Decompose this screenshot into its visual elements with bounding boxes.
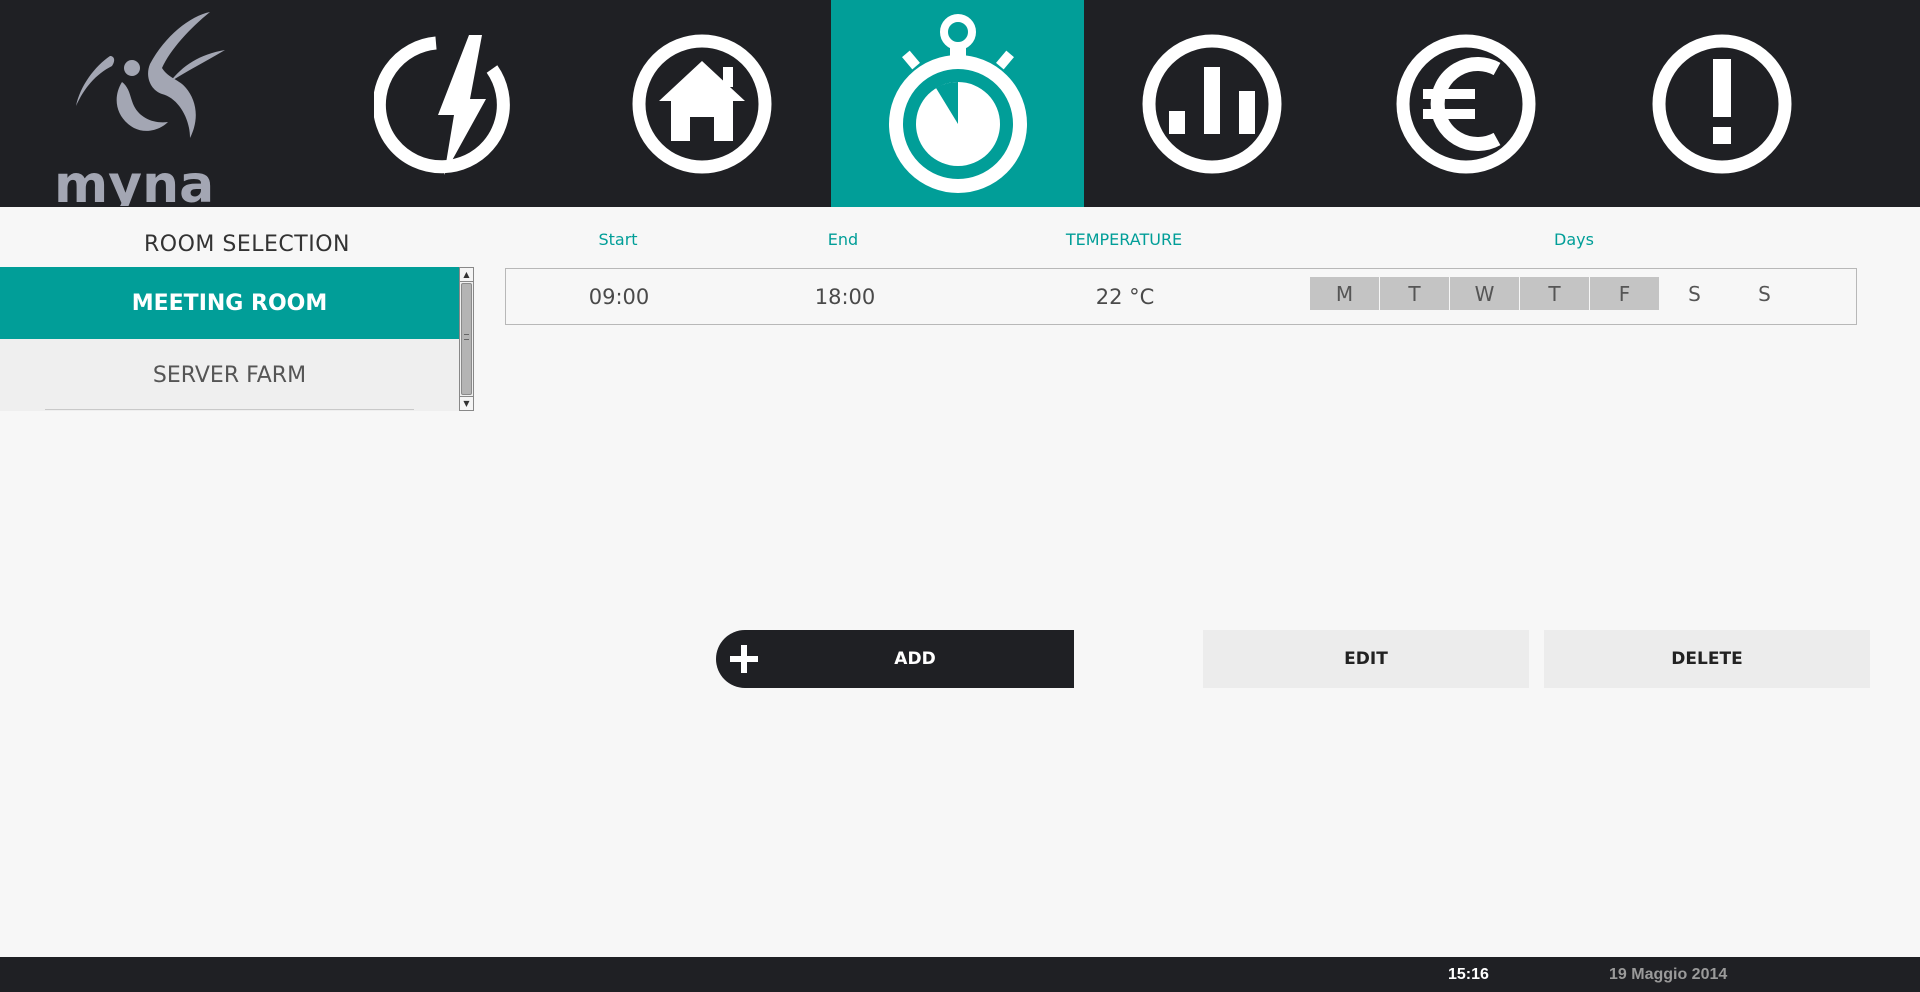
schedule-start-time: 09:00 xyxy=(588,284,650,309)
myna-logo: myna xyxy=(50,6,250,215)
top-navigation-bar: myna xyxy=(0,0,1920,215)
day-tuesday: T xyxy=(1380,277,1449,310)
room-divider xyxy=(45,409,414,410)
nav-home[interactable] xyxy=(575,0,828,207)
day-wednesday: W xyxy=(1450,277,1519,310)
edit-button-label: EDIT xyxy=(1344,649,1388,669)
scroll-up-arrow-icon[interactable]: ▲ xyxy=(460,268,473,282)
nav-alerts[interactable] xyxy=(1595,0,1848,207)
room-label: SERVER FARM xyxy=(152,362,307,388)
column-header-start: Start xyxy=(598,230,638,249)
schedule-end-time: 18:00 xyxy=(814,284,876,309)
add-button[interactable]: ADD xyxy=(716,630,1074,688)
nav-costs[interactable] xyxy=(1339,0,1592,207)
logo-wordmark: myna xyxy=(54,155,214,206)
power-bolt-icon xyxy=(373,34,510,175)
footer-time: 15:16 xyxy=(1448,966,1489,983)
scrollbar-thumb[interactable] xyxy=(461,283,472,395)
day-thursday: T xyxy=(1520,277,1589,310)
add-button-label: ADD xyxy=(894,649,936,669)
room-item-server-farm[interactable]: SERVER FARM xyxy=(0,339,459,411)
day-monday: M xyxy=(1310,277,1379,310)
stopwatch-icon xyxy=(888,13,1027,193)
nav-timer[interactable] xyxy=(831,0,1084,207)
scroll-down-arrow-icon[interactable]: ▼ xyxy=(460,396,473,410)
grip-icon xyxy=(464,334,469,340)
home-icon xyxy=(632,34,771,173)
nav-energy[interactable] xyxy=(322,0,575,207)
room-list-scrollbar[interactable]: ▲ ▼ xyxy=(459,267,474,411)
room-selection-title: ROOM SELECTION xyxy=(144,232,350,257)
room-list: MEETING ROOM SERVER FARM xyxy=(0,267,460,411)
room-label: MEETING ROOM xyxy=(131,290,328,316)
delete-button[interactable]: DELETE xyxy=(1544,630,1870,688)
edit-button[interactable]: EDIT xyxy=(1203,630,1529,688)
schedule-row[interactable]: 09:00 18:00 22 °C M T W T F S S xyxy=(505,268,1857,325)
room-item-meeting-room[interactable]: MEETING ROOM xyxy=(0,267,459,339)
nav-statistics[interactable] xyxy=(1085,0,1338,207)
status-footer: 15:16 19 Maggio 2014 xyxy=(0,957,1920,992)
schedule-temperature: 22 °C xyxy=(1095,284,1155,309)
day-sunday: S xyxy=(1758,281,1771,306)
alert-icon xyxy=(1652,34,1791,173)
column-header-temperature: TEMPERATURE xyxy=(1065,230,1183,249)
footer-date: 19 Maggio 2014 xyxy=(1609,966,1728,983)
day-friday: F xyxy=(1590,277,1659,310)
delete-button-label: DELETE xyxy=(1671,649,1743,669)
day-saturday: S xyxy=(1688,281,1701,306)
bar-chart-icon xyxy=(1142,34,1281,173)
column-header-end: End xyxy=(827,230,859,249)
euro-icon xyxy=(1396,34,1535,173)
column-header-days: Days xyxy=(1554,230,1594,249)
